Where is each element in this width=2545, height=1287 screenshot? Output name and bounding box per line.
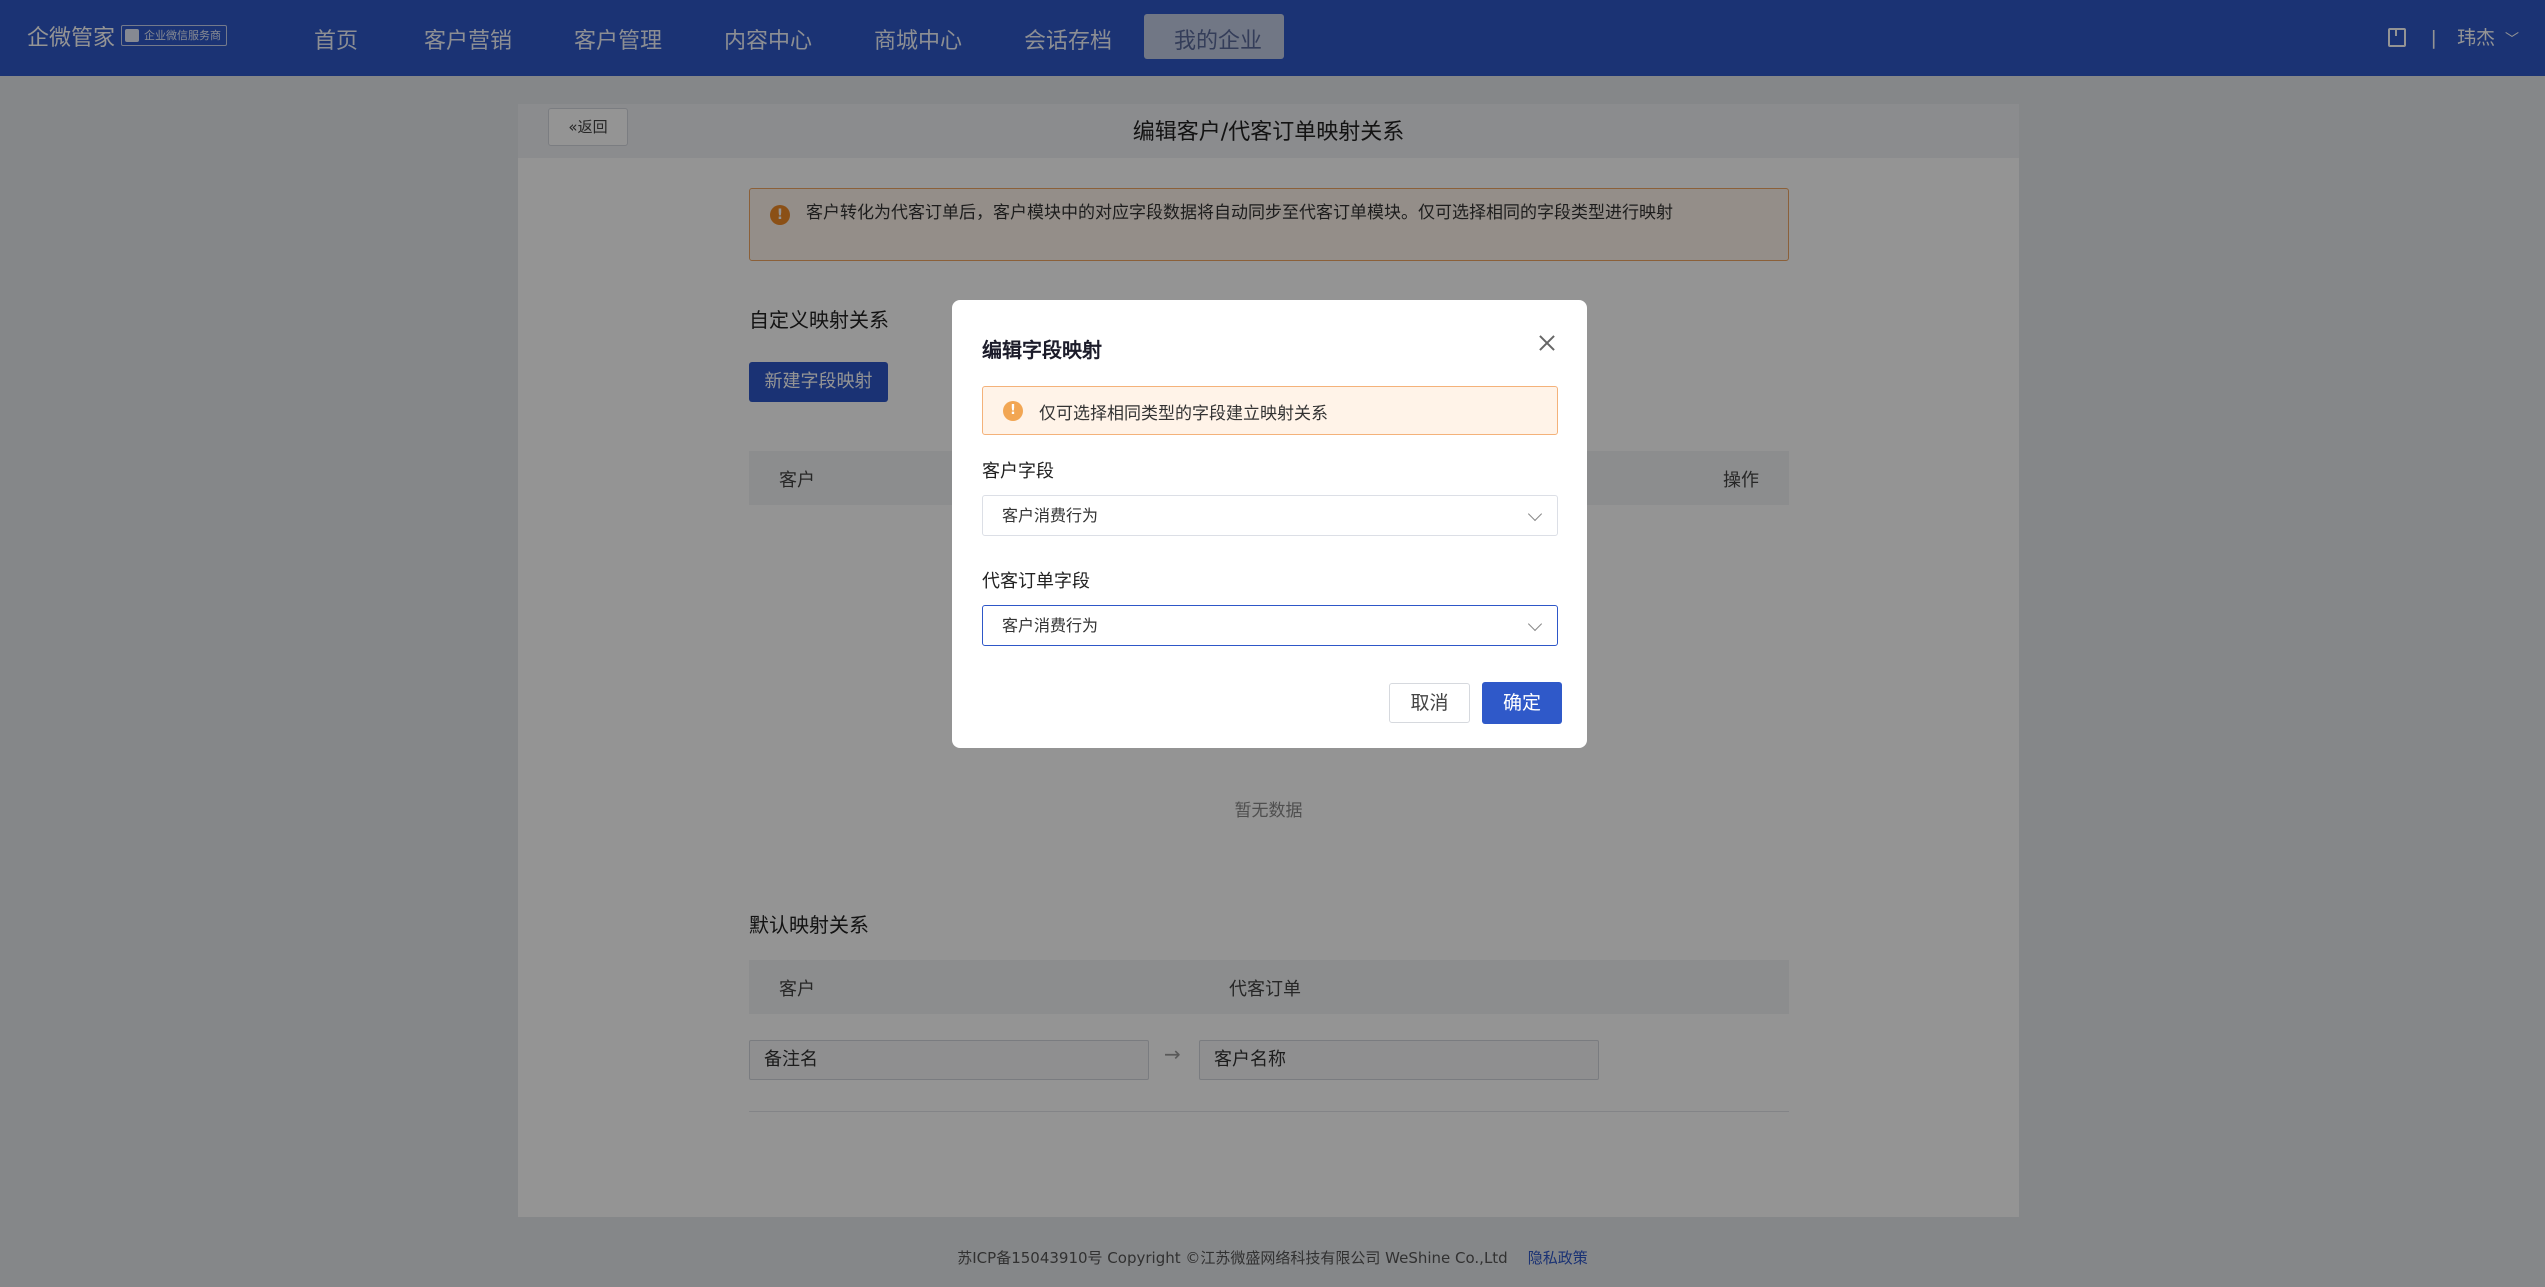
close-icon[interactable] <box>1538 334 1556 352</box>
dialog-warning-text: 仅可选择相同类型的字段建立映射关系 <box>1039 404 1328 424</box>
dialog-title: 编辑字段映射 <box>982 338 1102 362</box>
chevron-down-icon <box>1527 506 1543 522</box>
chevron-down-icon <box>1527 616 1543 632</box>
customer-field-select[interactable]: 客户消费行为 <box>982 495 1558 536</box>
dialog-warning: ! 仅可选择相同类型的字段建立映射关系 <box>982 386 1558 435</box>
order-field-select[interactable]: 客户消费行为 <box>982 605 1558 646</box>
edit-field-mapping-dialog: 编辑字段映射 ! 仅可选择相同类型的字段建立映射关系 客户字段 客户消费行为 代… <box>952 300 1587 748</box>
order-field-value: 客户消费行为 <box>1002 616 1099 635</box>
confirm-button[interactable]: 确定 <box>1482 682 1562 724</box>
customer-field-label: 客户字段 <box>982 461 1054 482</box>
cancel-button[interactable]: 取消 <box>1389 683 1470 723</box>
order-field-label: 代客订单字段 <box>982 571 1090 592</box>
customer-field-value: 客户消费行为 <box>1002 506 1099 525</box>
info-icon: ! <box>1003 401 1023 421</box>
